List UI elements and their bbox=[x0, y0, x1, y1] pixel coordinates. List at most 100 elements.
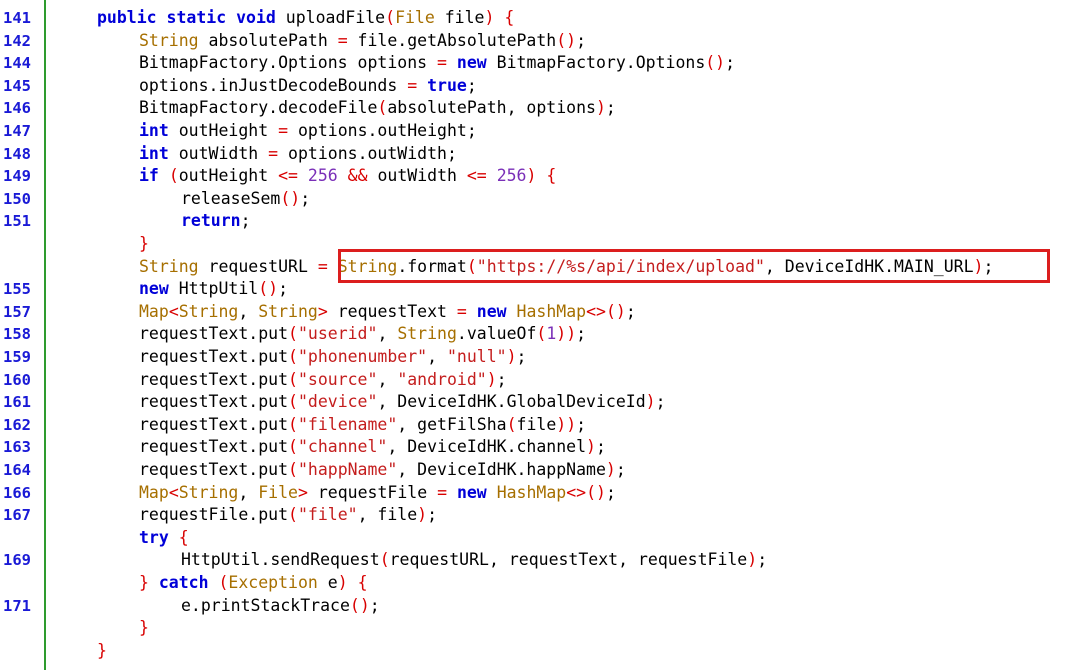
code-line: 147 int outHeight = options.outHeight; bbox=[0, 120, 1080, 143]
code-token: 1 bbox=[546, 324, 557, 344]
code-token: < bbox=[168, 301, 179, 321]
code-token: requestText.put bbox=[139, 414, 289, 434]
line-number: 150 bbox=[3, 189, 31, 208]
code-token: outHeight bbox=[178, 166, 279, 186]
code-text: e.printStackTrace(); bbox=[181, 595, 380, 618]
code-token: requestURL bbox=[198, 256, 318, 276]
code-token: .valueOf bbox=[456, 324, 537, 344]
code-token: requestText bbox=[327, 301, 457, 321]
code-line: 162 requestText.put("filename", getFilSha… bbox=[0, 414, 1080, 437]
code-token: } bbox=[139, 573, 149, 592]
code-token: requestText.put bbox=[139, 347, 289, 366]
code-token: "happName" bbox=[297, 460, 398, 479]
code-token: ( bbox=[379, 550, 390, 570]
code-text: BitmapFactory.decodeFile(absolutePath, o… bbox=[139, 97, 616, 120]
code-token: , bbox=[238, 482, 259, 502]
line-number: 157 bbox=[3, 302, 31, 321]
code-token: HttpUtil.sendRequest bbox=[181, 550, 380, 570]
code-line: try { bbox=[0, 527, 1080, 550]
line-number: 151 bbox=[3, 212, 31, 231]
code-line: 144 BitmapFactory.Options options = new B… bbox=[0, 52, 1080, 75]
code-token: <>() bbox=[566, 482, 606, 502]
code-token: ) bbox=[417, 505, 428, 525]
code-token: <= bbox=[278, 166, 298, 186]
line-number: 149 bbox=[3, 167, 31, 186]
code-text: } bbox=[97, 640, 107, 663]
code-token: int bbox=[139, 121, 169, 140]
code-token: ( bbox=[506, 414, 517, 434]
code-text: try { bbox=[139, 527, 189, 550]
code-token: ; bbox=[655, 392, 666, 412]
code-token: ; bbox=[576, 30, 587, 50]
code-token: ( bbox=[288, 505, 298, 525]
code-token: )) bbox=[556, 324, 577, 344]
code-token: () bbox=[705, 53, 726, 73]
code-token: = bbox=[268, 143, 279, 163]
code-token: { bbox=[546, 166, 557, 186]
code-token: void bbox=[236, 8, 276, 27]
code-token: HttpUtil bbox=[168, 279, 259, 299]
code-token: public bbox=[97, 8, 157, 27]
line-number: 171 bbox=[3, 596, 31, 615]
code-token: ; bbox=[278, 279, 289, 299]
code-text: String absolutePath = file.getAbsolutePa… bbox=[139, 30, 586, 53]
code-token: "device" bbox=[297, 392, 378, 412]
code-line: 163 requestText.put("channel", DeviceIdHK… bbox=[0, 436, 1080, 459]
code-token: ; bbox=[516, 347, 527, 366]
code-line: 150 releaseSem(); bbox=[0, 188, 1080, 211]
code-editor: 141 public static void uploadFile(File fi… bbox=[0, 0, 1080, 670]
code-token: ( bbox=[377, 98, 388, 118]
code-line: 160 requestText.put("source", "android"); bbox=[0, 369, 1080, 392]
code-token: { bbox=[504, 8, 515, 27]
line-number: 160 bbox=[3, 370, 31, 389]
code-token: String bbox=[178, 301, 239, 321]
code-token: ( bbox=[288, 460, 298, 479]
code-token: new bbox=[456, 53, 487, 73]
code-token: > bbox=[297, 482, 308, 502]
code-token: ) bbox=[605, 460, 616, 479]
code-token: , file bbox=[357, 505, 418, 525]
code-token: String bbox=[139, 30, 199, 50]
line-number: 162 bbox=[3, 415, 31, 434]
code-token: true bbox=[427, 75, 467, 95]
code-line: 141 public static void uploadFile(File fi… bbox=[0, 7, 1080, 30]
line-number: 145 bbox=[3, 76, 31, 95]
code-token: ) bbox=[484, 8, 495, 27]
code-text: } catch (Exception e) { bbox=[139, 572, 368, 595]
code-token: new bbox=[139, 279, 169, 299]
code-token: outWidth bbox=[168, 143, 269, 163]
code-token: if bbox=[139, 166, 159, 186]
code-text: if (outHeight <= 256 && outWidth <= 256)… bbox=[139, 165, 556, 188]
code-token: , bbox=[377, 324, 398, 344]
code-token: = bbox=[278, 121, 289, 140]
code-token: ( bbox=[385, 8, 396, 27]
code-token: String bbox=[178, 482, 239, 502]
code-token: ; bbox=[725, 53, 736, 73]
code-token: static bbox=[166, 8, 227, 27]
code-text: requestFile.put("file", file); bbox=[139, 504, 437, 527]
code-token: requestURL, requestText, requestFile bbox=[389, 550, 748, 570]
code-token: requestFile bbox=[307, 482, 438, 502]
code-token: return bbox=[181, 211, 241, 231]
code-text: requestText.put("filename", getFilSha(fi… bbox=[139, 414, 586, 437]
highlight-box bbox=[338, 249, 1050, 283]
code-token: releaseSem bbox=[181, 188, 281, 208]
code-token: file.getAbsolutePath bbox=[347, 30, 557, 50]
code-token: 256 bbox=[496, 166, 527, 186]
code-token: = bbox=[437, 482, 447, 502]
code-token: "phonenumber" bbox=[297, 347, 428, 366]
code-line: 157 Map<String, String> requestText = new… bbox=[0, 301, 1080, 324]
code-token: ) bbox=[486, 369, 497, 389]
code-token: , bbox=[427, 347, 447, 366]
code-line: 159 requestText.put("phonenumber", "null"… bbox=[0, 346, 1080, 369]
code-token: requestText.put bbox=[139, 437, 289, 457]
code-token: , getFilSha bbox=[397, 414, 507, 434]
code-token: "null" bbox=[446, 347, 507, 366]
code-token: absolutePath bbox=[198, 30, 338, 50]
code-token: = bbox=[317, 256, 328, 276]
